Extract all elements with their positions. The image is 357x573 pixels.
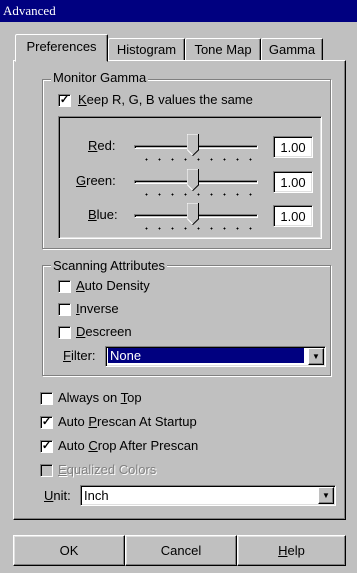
chevron-down-icon: ▼	[322, 491, 330, 500]
red-slider-thumb[interactable]	[187, 134, 199, 156]
tab-tone-map[interactable]: Tone Map	[185, 38, 261, 61]
auto-prescan-checkbox[interactable]: ✓	[40, 416, 53, 429]
tab-tone-map-label: Tone Map	[194, 42, 252, 57]
descreen-label: Descreen	[76, 324, 132, 339]
green-value-field[interactable]: 1.00	[273, 171, 313, 193]
tab-gamma[interactable]: Gamma	[261, 38, 323, 61]
green-label: Green:	[76, 173, 116, 188]
unit-value: Inch	[84, 488, 109, 503]
blue-slider-ticks	[140, 227, 260, 230]
inverse-checkbox[interactable]	[58, 303, 71, 316]
tab-histogram[interactable]: Histogram	[108, 38, 185, 61]
chevron-down-icon: ▼	[312, 352, 320, 361]
unit-select[interactable]: Inch ▼	[80, 485, 336, 506]
filter-value: None	[108, 348, 304, 363]
red-value-field[interactable]: 1.00	[273, 136, 313, 158]
tab-preferences[interactable]: Preferences	[15, 34, 108, 62]
red-slider-ticks	[140, 158, 260, 161]
tab-gamma-label: Gamma	[268, 42, 316, 57]
keep-rgb-same-label: Keep R, G, B values the same	[78, 92, 253, 107]
inverse-label: Inverse	[76, 301, 119, 316]
cancel-button-label: Cancel	[160, 543, 202, 558]
filter-select[interactable]: None ▼	[105, 346, 326, 367]
window-title: Advanced	[3, 3, 56, 18]
blue-value-field[interactable]: 1.00	[273, 205, 313, 227]
ok-button[interactable]: OK	[13, 535, 125, 566]
tab-histogram-label: Histogram	[116, 42, 177, 57]
blue-slider-thumb[interactable]	[187, 203, 199, 225]
auto-density-checkbox[interactable]	[58, 280, 71, 293]
always-on-top-checkbox[interactable]	[40, 392, 53, 405]
auto-density-label: Auto Density	[76, 278, 150, 293]
window-title-bar[interactable]: Advanced	[0, 0, 357, 22]
green-slider-thumb[interactable]	[187, 169, 199, 191]
tab-preferences-label: Preferences	[26, 39, 97, 54]
filter-dropdown-button[interactable]: ▼	[308, 348, 324, 365]
descreen-checkbox[interactable]	[58, 326, 71, 339]
auto-crop-label: Auto Crop After Prescan	[58, 438, 199, 453]
unit-dropdown-button[interactable]: ▼	[318, 487, 334, 504]
red-label: Red:	[88, 138, 116, 153]
green-slider-ticks	[140, 193, 260, 196]
ok-button-label: OK	[59, 543, 79, 558]
keep-rgb-same-checkbox[interactable]: ✓	[58, 94, 71, 107]
monitor-gamma-title: Monitor Gamma	[51, 70, 149, 85]
auto-crop-checkbox[interactable]: ✓	[40, 440, 53, 453]
cancel-button[interactable]: Cancel	[125, 535, 237, 566]
always-on-top-label: Always on Top	[58, 390, 142, 405]
equalized-colors-label: Equalized Colors	[58, 462, 157, 477]
unit-label: Unit:	[44, 488, 71, 503]
blue-label: Blue:	[88, 207, 118, 222]
filter-label: Filter:	[63, 348, 96, 363]
auto-prescan-label: Auto Prescan At Startup	[58, 414, 197, 429]
scanning-attributes-title: Scanning Attributes	[51, 258, 168, 273]
equalized-colors-checkbox[interactable]	[40, 464, 53, 477]
help-button[interactable]: Help	[237, 535, 346, 566]
help-button-label: Help	[278, 543, 305, 558]
